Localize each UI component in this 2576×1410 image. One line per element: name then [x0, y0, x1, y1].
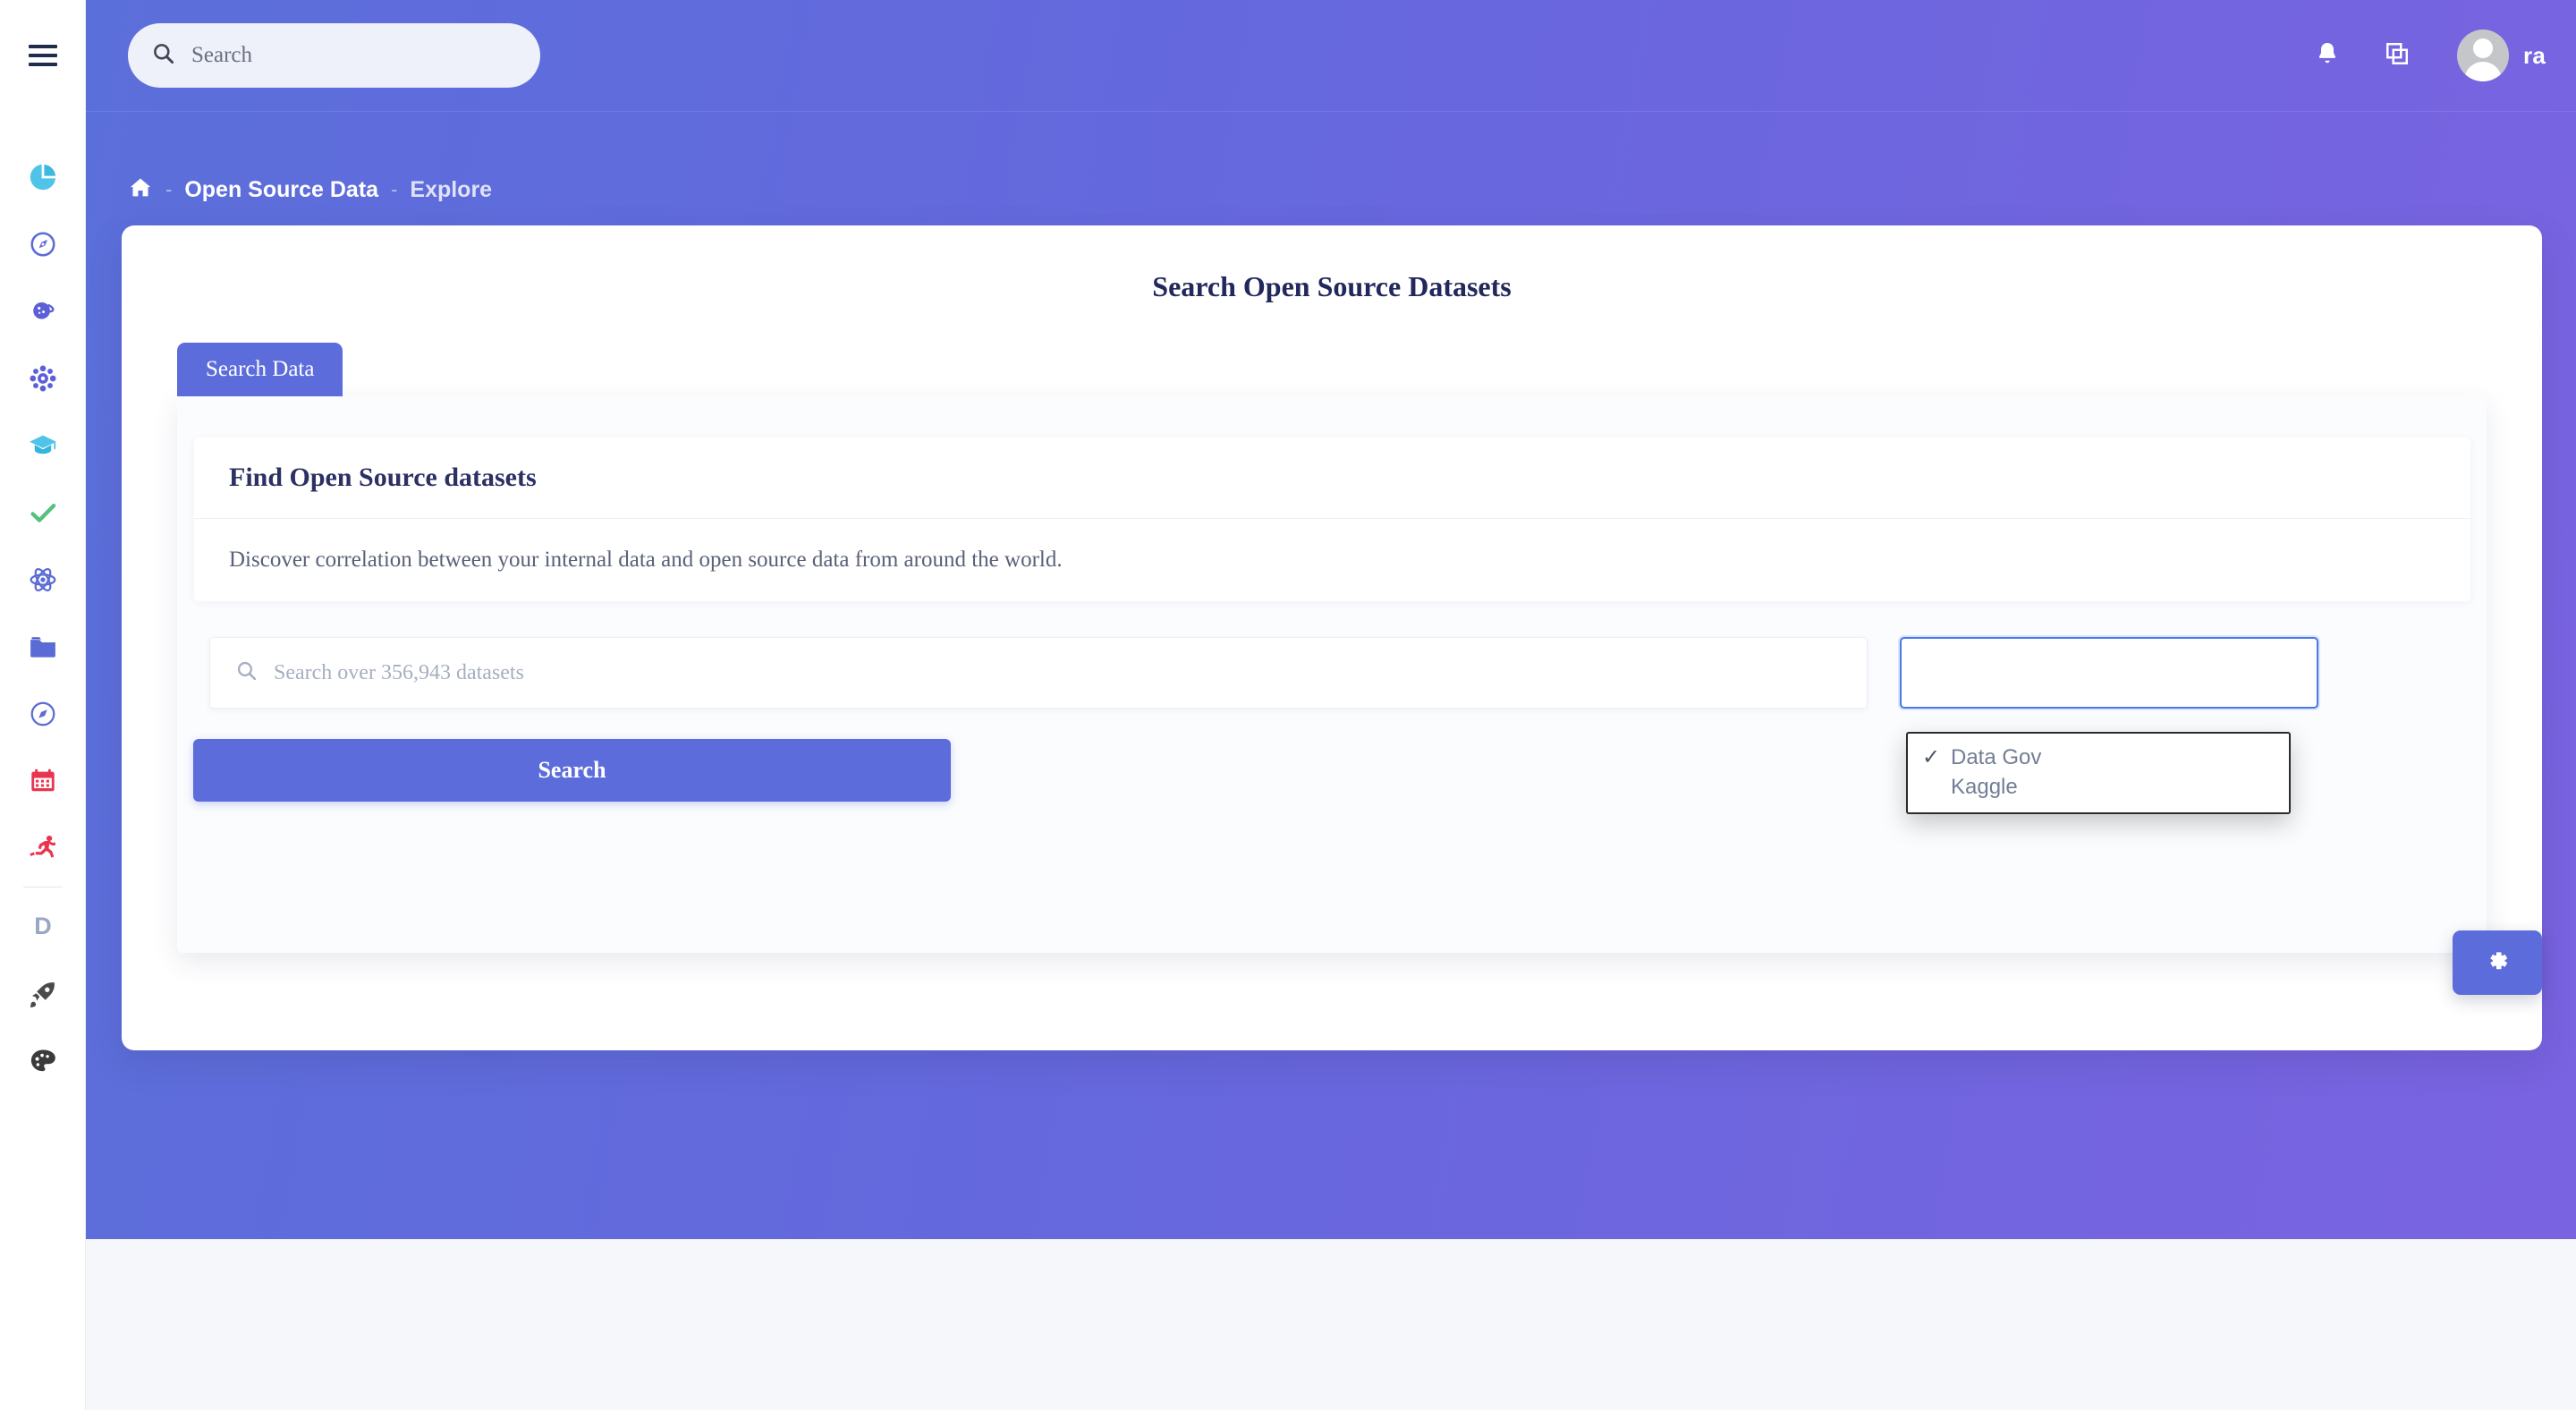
breadcrumb-separator: - [391, 178, 398, 200]
top-bar-divider [86, 111, 2576, 112]
breadcrumb: - Open Source Data - Explore [128, 170, 492, 209]
rocket-icon [29, 980, 57, 1008]
calendar-icon [29, 767, 57, 795]
folder-icon [28, 632, 58, 662]
dropdown-option-kaggle[interactable]: Kaggle [1908, 772, 2289, 802]
sidebar-item-planet[interactable] [0, 277, 86, 344]
search-input-placeholder: Search [191, 43, 253, 67]
atom-gear-icon [29, 364, 57, 393]
sidebar-item-calendar[interactable] [0, 747, 86, 814]
sidebar-item-compass[interactable] [0, 210, 86, 277]
sidebar-item-runner[interactable] [0, 814, 86, 881]
graduation-cap-icon [28, 430, 58, 461]
avatar-body [2464, 62, 2503, 81]
bell-icon [2314, 40, 2341, 72]
atom-icon [29, 565, 57, 594]
hamburger-bar [29, 45, 57, 48]
apps-button[interactable] [2362, 21, 2432, 90]
main-stage: Search ra - Open Source Data - Explore S… [86, 0, 2576, 1410]
dropdown-option-label: Kaggle [1951, 774, 2018, 799]
sidebar-item-palette[interactable] [0, 1027, 86, 1094]
search-icon [151, 41, 175, 70]
dropdown-option-label: Data Gov [1951, 744, 2042, 769]
copy-windows-icon [2384, 40, 2411, 72]
top-bar: Search ra [86, 0, 2576, 112]
compass-icon [29, 230, 57, 259]
check-icon [28, 497, 58, 528]
sidebar-item-letter-d[interactable]: D [0, 893, 86, 960]
gear-icon [2485, 948, 2510, 978]
hamburger-icon[interactable] [29, 45, 57, 66]
tab-search-data[interactable]: Search Data [177, 343, 343, 396]
dropdown-option-data-gov[interactable]: ✓ Data Gov [1908, 743, 2289, 772]
sidebar-item-rocket[interactable] [0, 960, 86, 1027]
avatar[interactable] [2457, 30, 2510, 81]
source-select[interactable] [1900, 637, 2318, 709]
check-icon: ✓ [1922, 745, 1941, 769]
letter-d-icon: D [34, 913, 52, 939]
sidebar-nav: D [0, 143, 86, 1094]
dataset-search-placeholder: Search over 356,943 datasets [274, 660, 524, 684]
description-heading: Find Open Source datasets [229, 463, 537, 492]
notifications-button[interactable] [2292, 21, 2362, 90]
breadcrumb-separator: - [165, 178, 173, 200]
sidebar-item-graduation[interactable] [0, 412, 86, 479]
top-bar-actions: ra [2292, 0, 2546, 111]
description-card-header: Find Open Source datasets [194, 437, 2470, 519]
planet-icon [28, 296, 58, 327]
sidebar: D [0, 0, 86, 1410]
breadcrumb-item-open-source-data[interactable]: Open Source Data [184, 177, 378, 203]
sidebar-item-compass-outline[interactable] [0, 680, 86, 747]
sidebar-item-atom-gear[interactable] [0, 344, 86, 412]
settings-tab-button[interactable] [2453, 930, 2542, 995]
pie-chart-icon [28, 162, 58, 192]
sidebar-item-check[interactable] [0, 479, 86, 546]
content-card: Search Open Source Datasets Search Data … [122, 225, 2542, 1050]
palette-icon [29, 1047, 57, 1075]
avatar-head [2473, 38, 2494, 58]
page-title: Search Open Source Datasets [1152, 270, 1512, 302]
breadcrumb-item-explore[interactable]: Explore [410, 177, 492, 203]
sidebar-item-folder[interactable] [0, 613, 86, 680]
tab-strip: Search Data [177, 343, 343, 396]
description-card: Find Open Source datasets Discover corre… [194, 437, 2470, 601]
search-row: Search over 356,943 datasets [209, 637, 2454, 709]
search-button[interactable]: Search [193, 739, 951, 802]
compass-outline-icon [29, 700, 57, 728]
sidebar-item-atom[interactable] [0, 546, 86, 613]
hamburger-bar [29, 54, 57, 57]
search-input[interactable]: Search [128, 23, 540, 88]
search-icon [235, 659, 258, 686]
home-icon[interactable] [128, 175, 153, 205]
description-card-body: Discover correlation between your intern… [194, 519, 2470, 601]
hamburger-bar [29, 63, 57, 66]
username-label: ra [2523, 41, 2546, 69]
source-dropdown-menu[interactable]: ✓ Data Gov Kaggle [1906, 732, 2291, 814]
dataset-search-input[interactable]: Search over 356,943 datasets [209, 637, 1868, 709]
runner-icon [28, 833, 58, 863]
description-text: Discover correlation between your intern… [229, 548, 1063, 572]
sidebar-divider [23, 887, 63, 888]
sidebar-item-pie-chart[interactable] [0, 143, 86, 210]
search-panel: Find Open Source datasets Discover corre… [177, 396, 2487, 953]
